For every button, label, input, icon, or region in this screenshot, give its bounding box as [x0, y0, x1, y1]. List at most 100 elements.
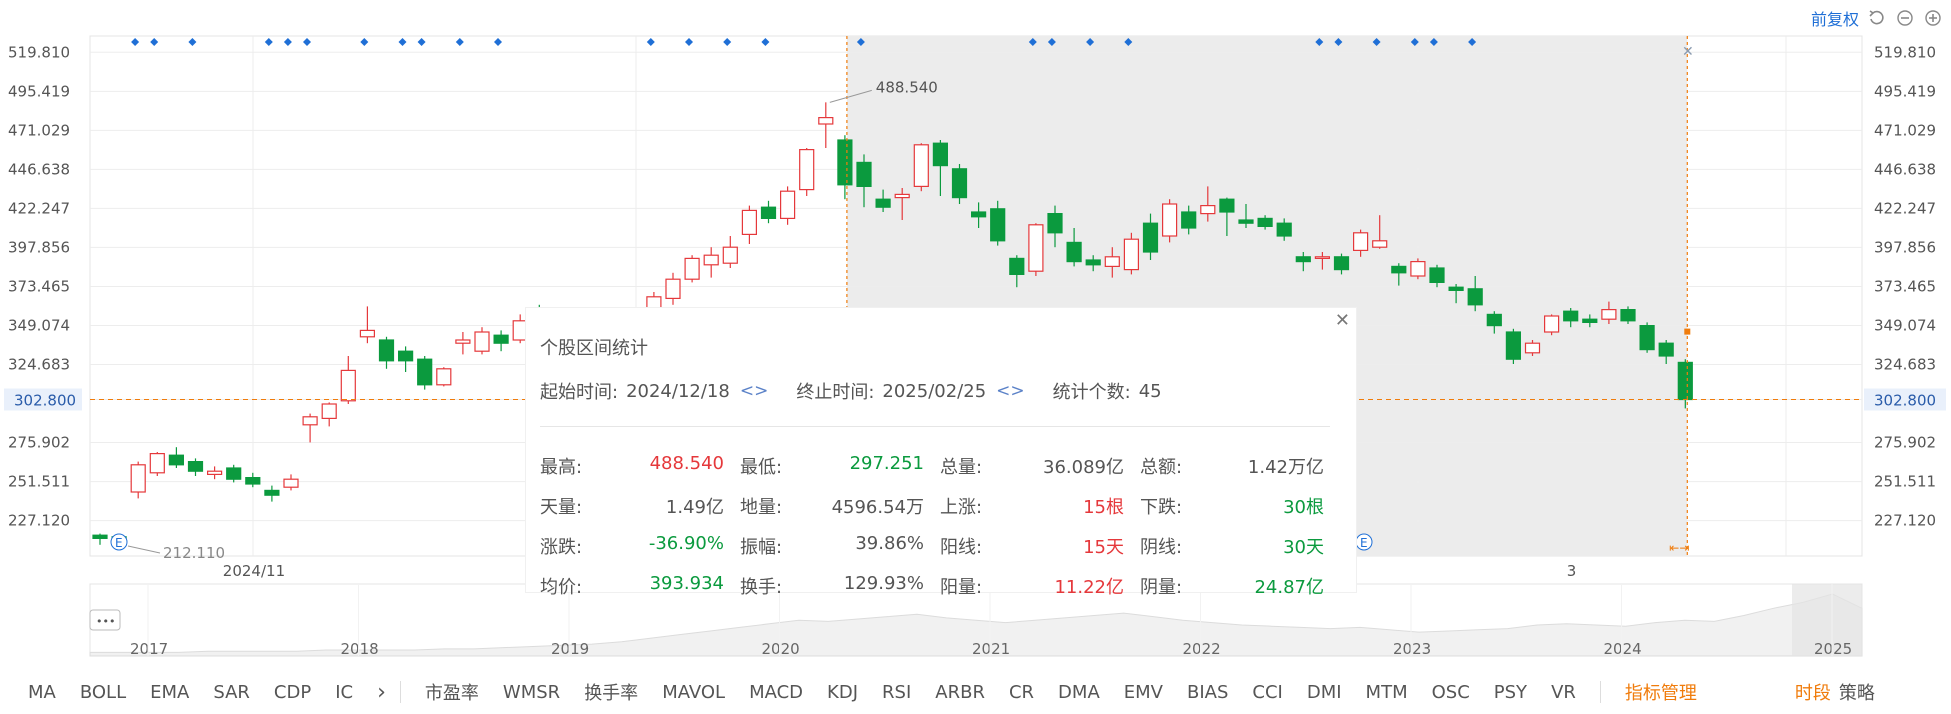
indicator-ic[interactable]: IC — [335, 682, 353, 703]
indicator-item[interactable]: VR — [1551, 682, 1576, 703]
indicator-item[interactable]: 市盈率 — [425, 679, 479, 705]
timeframe-button[interactable]: 时段 — [1795, 679, 1831, 705]
indicator-item[interactable]: ARBR — [935, 682, 985, 703]
candle-up — [283, 478, 299, 488]
candle-down — [1333, 256, 1350, 271]
indicator-item[interactable]: DMI — [1307, 682, 1342, 703]
event-marker-icon — [360, 38, 369, 46]
start-label: 起始时间: — [540, 382, 619, 403]
candle-down — [875, 198, 891, 208]
stats-value: 30根 — [1283, 497, 1324, 518]
indicator-item[interactable]: KDJ — [827, 682, 858, 703]
candle-down — [1391, 265, 1407, 274]
candle-up — [455, 339, 471, 344]
stats-cell: 上涨: 15根 — [940, 493, 1140, 519]
indicator-item[interactable]: WMSR — [503, 682, 560, 703]
navigator-year-label: 2020 — [762, 640, 800, 658]
candle-down — [837, 139, 853, 186]
indicator-item[interactable]: CR — [1009, 682, 1034, 703]
low-annotation-label: 212.110 — [163, 544, 225, 562]
candle-up — [474, 331, 490, 352]
y-tick-label-right: 227.120 — [1874, 512, 1936, 530]
strategy-button[interactable]: 策略 — [1839, 679, 1875, 705]
y-tick-label-right: 422.247 — [1874, 199, 1936, 217]
current-price-label-left: 302.800 — [14, 392, 76, 410]
chevron-right-icon[interactable]: › — [377, 680, 386, 705]
candle-down — [1047, 213, 1063, 234]
candle-up — [665, 278, 681, 300]
indicator-item[interactable]: CCI — [1252, 682, 1282, 703]
event-marker-icon — [283, 38, 292, 46]
stats-key: 上涨: — [940, 497, 983, 518]
indicator-cdp[interactable]: CDP — [274, 682, 311, 703]
candle-down — [856, 161, 872, 187]
y-tick-label-left: 251.511 — [8, 473, 70, 491]
event-marker-icon — [188, 38, 197, 46]
candle-up — [818, 116, 834, 125]
indicator-ema[interactable]: EMA — [150, 682, 189, 703]
adjust-button[interactable]: 前复权 — [1811, 6, 1859, 30]
indicator-item[interactable]: MAVOL — [662, 682, 725, 703]
event-marker-icon — [494, 38, 502, 46]
separator — [399, 681, 401, 703]
y-tick-label-right: 495.419 — [1874, 82, 1936, 100]
earnings-marker-icon: E — [1360, 536, 1368, 550]
candle-up — [1314, 256, 1331, 259]
stats-cell: 涨跌: -36.90% — [540, 533, 740, 559]
candle-up — [1524, 342, 1541, 354]
stats-key: 总量: — [940, 457, 983, 478]
indicator-item[interactable]: DMA — [1058, 682, 1100, 703]
y-tick-label-left: 324.683 — [8, 356, 70, 374]
y-tick-label-right: 349.074 — [1874, 316, 1936, 334]
event-marker-icon — [761, 38, 770, 46]
candle-down — [264, 489, 280, 496]
stats-cell: 最高: 488.540 — [540, 453, 740, 479]
stats-value: 15天 — [1083, 537, 1124, 558]
stats-range: 起始时间: 2024/12/18 <> 终止时间: 2025/02/25 <> … — [540, 378, 1162, 404]
candle-down — [970, 211, 987, 218]
event-marker-icon — [417, 38, 426, 46]
y-tick-label-right: 373.465 — [1874, 277, 1936, 295]
indicator-item[interactable]: RSI — [882, 682, 911, 703]
candle-up — [722, 246, 738, 264]
stats-cell: 天量: 1.49亿 — [540, 493, 740, 519]
end-adjust-icon[interactable]: <> — [996, 381, 1025, 401]
candle-up — [799, 149, 815, 191]
stats-key: 总额: — [1140, 457, 1183, 478]
candle-up — [359, 329, 375, 338]
indicator-item[interactable]: MACD — [749, 682, 803, 703]
stats-cell: 振幅: 39.86% — [740, 533, 940, 559]
indicator-item[interactable]: 换手率 — [584, 679, 638, 705]
candle-down — [1448, 286, 1464, 292]
close-icon[interactable]: ✕ — [1335, 310, 1350, 331]
range-drag-icon: ⇤⇥ — [1669, 541, 1689, 555]
indicator-item[interactable]: BIAS — [1187, 682, 1228, 703]
stats-key: 振幅: — [740, 537, 783, 558]
indicator-item[interactable]: PSY — [1494, 682, 1527, 703]
indicator-ma[interactable]: MA — [28, 682, 56, 703]
event-marker-icon — [303, 38, 311, 46]
indicator-item[interactable]: MTM — [1366, 682, 1408, 703]
zoom-in-icon[interactable] — [1923, 8, 1943, 28]
indicator-item[interactable]: EMV — [1124, 682, 1163, 703]
indicator-boll[interactable]: BOLL — [80, 682, 126, 703]
start-adjust-icon[interactable]: <> — [740, 381, 769, 401]
undo-icon[interactable] — [1867, 8, 1887, 28]
zoom-out-icon[interactable] — [1895, 8, 1915, 28]
candle-down — [1181, 211, 1197, 229]
indicator-sar[interactable]: SAR — [213, 682, 250, 703]
indicator-manage-button[interactable]: 指标管理 — [1625, 679, 1697, 705]
indicator-item[interactable]: OSC — [1432, 682, 1470, 703]
high-annotation-label: 488.540 — [876, 78, 938, 96]
candle-down — [1066, 241, 1082, 263]
candle-down — [951, 168, 968, 199]
navigator-year-label: 2022 — [1183, 640, 1221, 658]
stats-value: 24.87亿 — [1254, 577, 1324, 598]
candle-up — [913, 144, 929, 188]
stats-key: 换手: — [740, 577, 783, 598]
range-handle — [1684, 328, 1691, 335]
stats-value: 36.089亿 — [1043, 457, 1124, 478]
stats-row: 均价: 393.934 换手: 129.93% 阳量: 11.22亿 阴量: 24.87亿 — [540, 566, 1340, 606]
event-marker-icon — [723, 38, 732, 46]
stats-value: -36.90% — [648, 533, 724, 554]
